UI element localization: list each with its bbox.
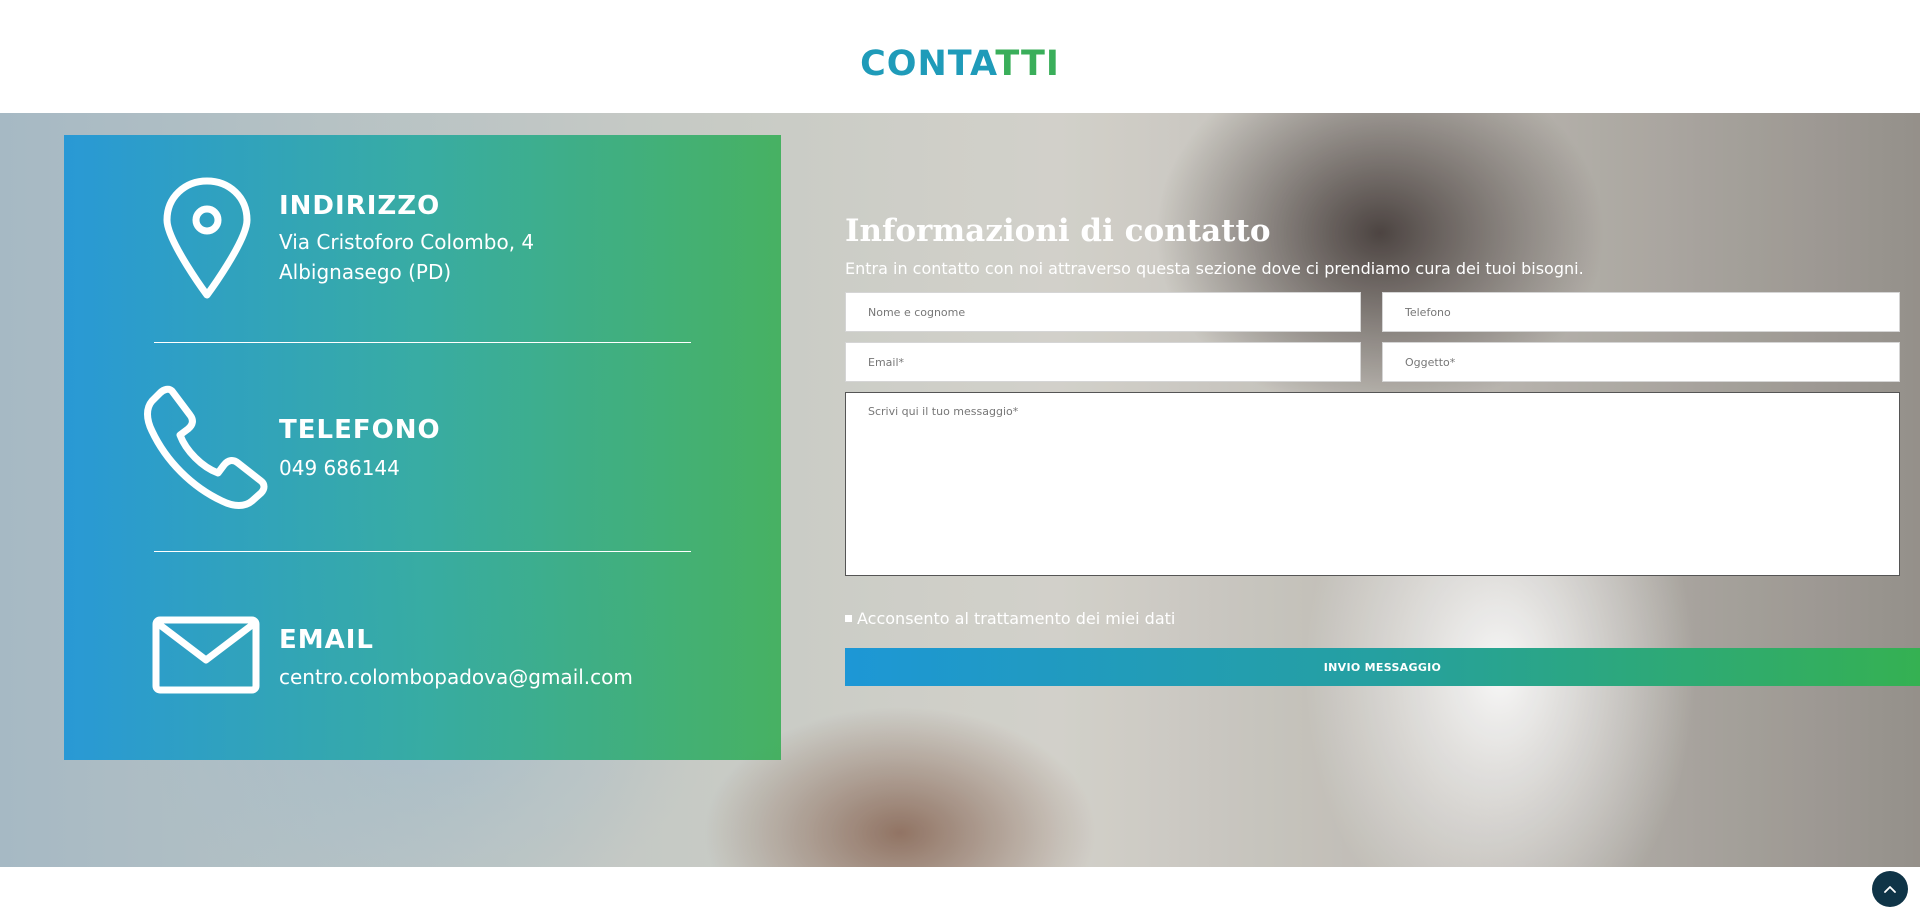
divider: [154, 551, 691, 552]
page-title-part2: TTI: [995, 44, 1060, 84]
page-title: CONTATTI: [0, 42, 1920, 86]
back-to-top-button[interactable]: [1872, 871, 1908, 907]
divider: [154, 342, 691, 343]
name-input[interactable]: [845, 292, 1361, 332]
contact-info-panel: INDIRIZZO Via Cristoforo Colombo, 4 Albi…: [64, 135, 781, 760]
address-line-2: Albignasego (PD): [279, 260, 452, 284]
page-footer-band: [0, 867, 1920, 919]
form-title: Informazioni di contatto: [845, 213, 1271, 249]
phone-input[interactable]: [1382, 292, 1900, 332]
phone-heading: TELEFONO: [279, 415, 441, 445]
consent-label: Acconsento al trattamento dei miei dati: [857, 609, 1176, 628]
chevron-up-icon: [1884, 886, 1896, 893]
location-pin-icon: [163, 177, 251, 299]
consent-checkbox[interactable]: Acconsento al trattamento dei miei dati: [845, 609, 1175, 628]
address-line-1: Via Cristoforo Colombo, 4: [279, 230, 535, 254]
email-address[interactable]: centro.colombopadova@gmail.com: [279, 662, 633, 692]
email-input[interactable]: [845, 342, 1361, 382]
submit-button[interactable]: INVIO MESSAGGIO: [845, 648, 1920, 686]
subject-input[interactable]: [1382, 342, 1900, 382]
page-header: CONTATTI: [0, 0, 1920, 113]
phone-icon: [144, 385, 268, 509]
consent-checkbox-box[interactable]: [845, 615, 852, 622]
page-title-part1: CONTA: [860, 44, 996, 84]
contact-form: Informazioni di contatto Entra in contat…: [845, 113, 1920, 867]
message-textarea[interactable]: [845, 392, 1900, 576]
phone-number[interactable]: 049 686144: [279, 453, 400, 483]
form-subtitle: Entra in contatto con noi attraverso que…: [845, 259, 1584, 278]
mail-icon: [152, 616, 260, 694]
email-heading: EMAIL: [279, 625, 374, 655]
contact-hero-section: INDIRIZZO Via Cristoforo Colombo, 4 Albi…: [0, 113, 1920, 867]
address-heading: INDIRIZZO: [279, 191, 441, 221]
